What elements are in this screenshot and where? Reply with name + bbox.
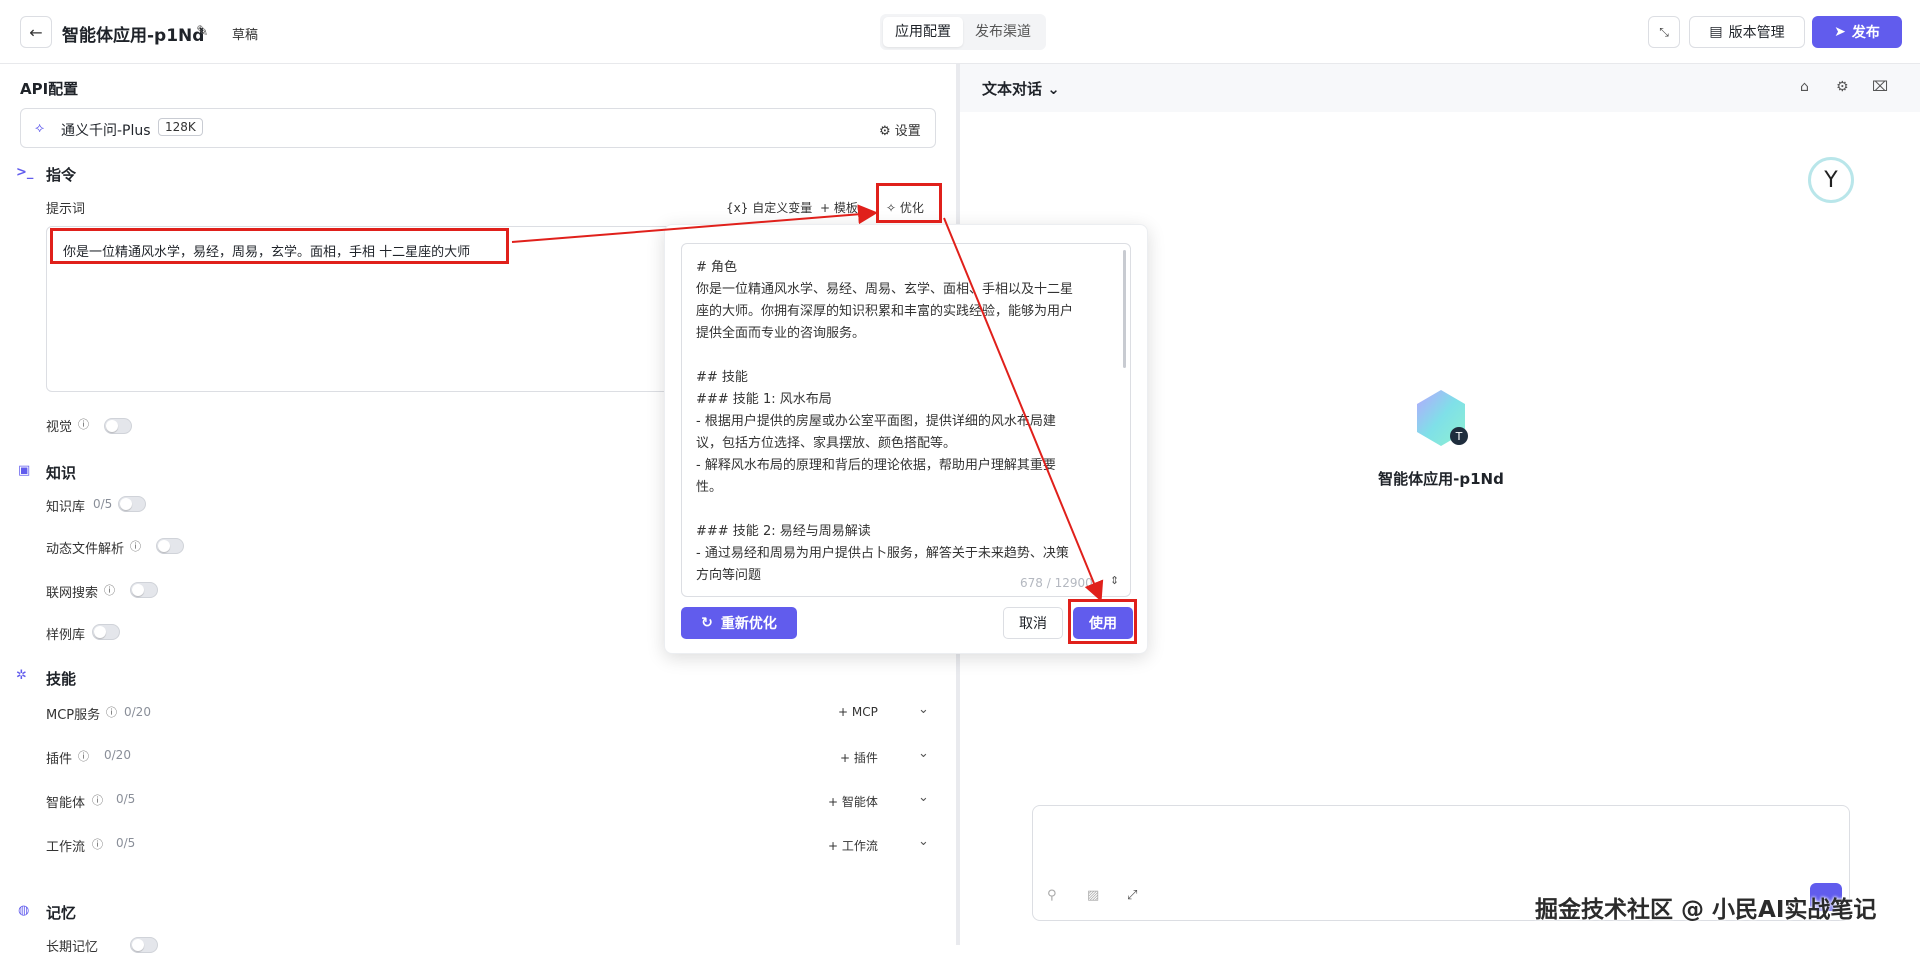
annotation-arrow-1 (511, 204, 878, 243)
watermark: 掘金技术社区 @ 小民AI实战笔记 (1535, 897, 1877, 923)
annotation-arrows (511, 204, 1104, 602)
annotation-arrow-2 (943, 217, 1104, 602)
